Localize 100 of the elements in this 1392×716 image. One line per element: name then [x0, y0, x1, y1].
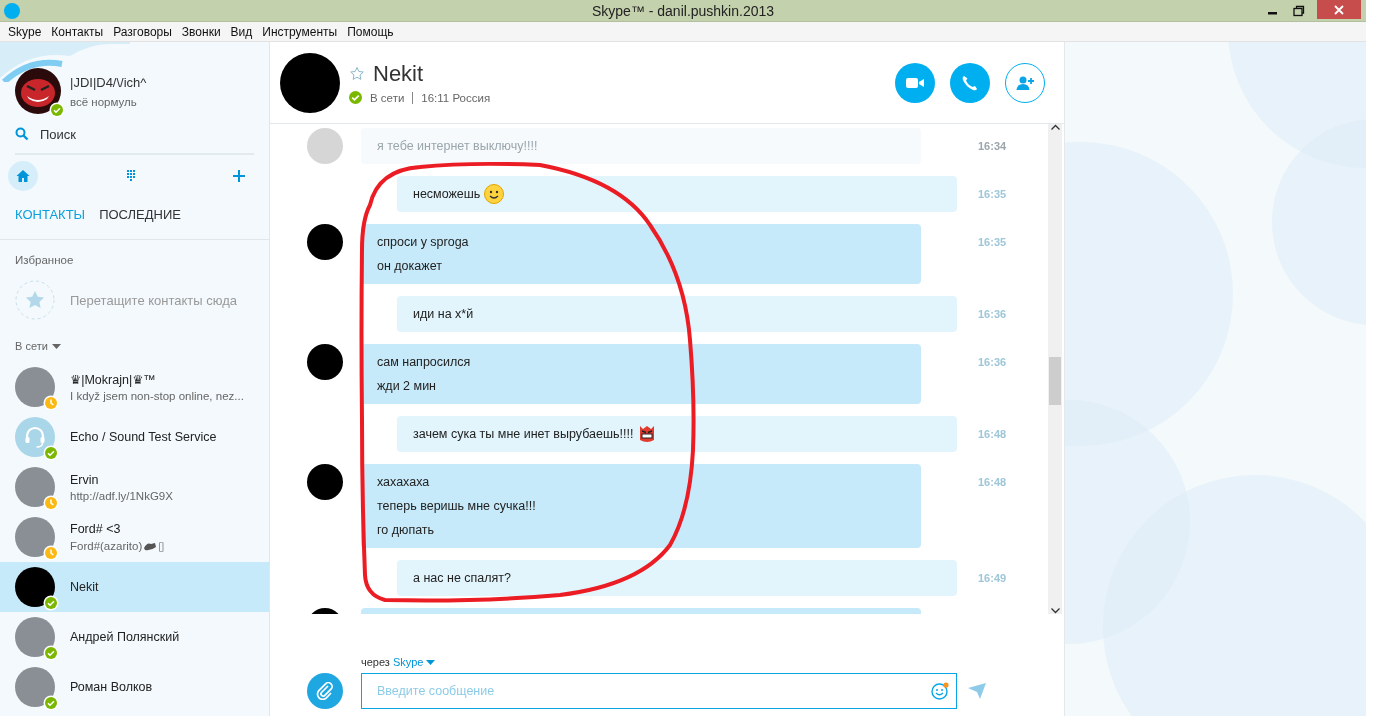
scroll-thumb[interactable] [1049, 357, 1061, 405]
away-status-icon [43, 495, 59, 511]
message-time: 16:48 [978, 476, 1007, 488]
profile-name: |JDI|D4/\/ich^ [70, 74, 147, 90]
contact-name: Echo / Sound Test Service [70, 430, 217, 444]
contact-name: Андрей Полянский [70, 630, 180, 644]
message-text: сам напросился [377, 355, 471, 369]
via-label: через [361, 656, 390, 668]
close-icon [1333, 3, 1345, 16]
local-time: 16:11 Россия [421, 91, 491, 104]
contact-item[interactable]: Ford# <3 Ford#(azarito) ▯ [0, 512, 269, 562]
contact-name: Ford# <3 [70, 521, 122, 536]
attach-button[interactable] [307, 673, 343, 709]
message-time: 16:36 [978, 356, 1007, 368]
paperclip-icon [316, 682, 334, 700]
mood-message: всё нормуль [70, 95, 138, 108]
app-icon [4, 2, 20, 19]
away-status-icon [43, 545, 59, 561]
sender-avatar-circle [307, 344, 343, 380]
menu-item[interactable]: Инструменты [258, 24, 342, 39]
add-people-button[interactable] [1005, 62, 1045, 103]
send-icon[interactable] [968, 683, 986, 699]
message-text: жди 2 мин [377, 379, 436, 393]
message-text: хахахаха [377, 475, 430, 489]
online-status-icon [349, 91, 362, 104]
contact-avatar-circle [280, 52, 340, 113]
call-button[interactable] [950, 62, 990, 103]
online-status-icon [43, 445, 59, 461]
tab[interactable]: ПОСЛЕДНИЕ [99, 207, 181, 225]
contact-item[interactable]: Echo / Sound Test Service [0, 412, 269, 462]
message-time: 16:35 [978, 188, 1007, 200]
contact-item[interactable]: Роман Волков [0, 662, 269, 712]
presence-status: В сети [370, 91, 405, 104]
message-text: он докажет [377, 259, 442, 273]
message-time: 16:49 [978, 572, 1007, 584]
avatar-photo [15, 367, 55, 407]
menu-item[interactable]: Разговоры [109, 24, 176, 39]
online-status-icon [43, 595, 59, 611]
contact-mood: I když jsem non-stop online, nez... [70, 390, 244, 402]
drop-hint: Перетащите контакты сюда [70, 292, 238, 308]
favorite-star-icon[interactable] [349, 66, 365, 82]
message-text: несможешь [413, 187, 481, 201]
message-text: теперь веришь мне сучка!!! [377, 499, 536, 513]
contact-name: ♛|Mokrajn|♛™ [70, 372, 157, 387]
contact-name: Роман Волков [70, 680, 153, 694]
message-text: а нас не спалят? [413, 571, 512, 585]
online-status-icon [49, 102, 65, 118]
headset-avatar-icon [15, 417, 55, 457]
window-title: Skype™ - danil.pushkin.2013 [591, 2, 775, 19]
home-button[interactable] [8, 161, 38, 191]
section-heading: Избранное [14, 253, 75, 268]
profile-avatar-icon [15, 68, 61, 114]
caret-icon [51, 343, 61, 349]
avatar-photo [15, 667, 55, 707]
missing-glyph: ▯ [158, 538, 165, 553]
message-text: спроси у sproga [377, 235, 469, 249]
restore-icon[interactable] [1291, 4, 1307, 17]
contact-item[interactable]: Nekit [0, 562, 269, 612]
message-input[interactable]: Введите сообщение [361, 673, 957, 709]
close-button[interactable] [1317, 0, 1361, 19]
contact-item[interactable]: ♛|Mokrajn|♛™ I když jsem non-stop online, nez... [0, 362, 269, 412]
menu-item[interactable]: Помощь [343, 24, 398, 39]
group-toggle[interactable]: В сети [15, 340, 61, 352]
avatar-photo [15, 617, 55, 657]
contact-item[interactable]: Ervin http://adf.ly/1NkG9X [0, 462, 269, 512]
contact-name: Ervin [70, 472, 100, 487]
smiley-icon [484, 184, 505, 204]
video-call-button[interactable] [895, 62, 935, 103]
search-field[interactable]: Поиск [15, 122, 254, 155]
online-status-icon [43, 645, 59, 661]
contact-mood: http://adf.ly/1NkG9X [70, 489, 173, 502]
message-time: 16:36 [978, 308, 1007, 320]
plus-icon [231, 168, 247, 184]
emoticon-button[interactable] [931, 682, 949, 700]
menu-item[interactable]: Контакты [47, 24, 108, 39]
avatar-circle [15, 567, 55, 607]
group-label: В сети [15, 340, 48, 352]
online-status-icon [43, 695, 59, 711]
scrollbar[interactable] [1048, 124, 1062, 614]
message-time: 16:34 [978, 140, 1007, 152]
message-time: 16:35 [978, 236, 1007, 248]
search-icon [15, 127, 29, 141]
message-time: 16:48 [978, 428, 1007, 440]
message-text: иди на х*й [413, 307, 474, 321]
menu-item[interactable]: Звонки [177, 24, 225, 39]
contact-item[interactable]: Андрей Полянский [0, 612, 269, 662]
home-icon [15, 168, 31, 184]
conversation-title: Nekit [373, 61, 424, 87]
scroll-down-icon[interactable] [1050, 608, 1060, 614]
away-status-icon [43, 395, 59, 411]
menu-item[interactable]: Вид [226, 24, 257, 39]
sender-avatar-circle [307, 224, 343, 260]
avatar-photo [15, 517, 55, 557]
message-text: зачем сука ты мне инет вырубаешь!!!! [413, 427, 634, 441]
scroll-up-icon[interactable] [1050, 124, 1060, 130]
avatar-photo [15, 467, 55, 507]
sender-avatar-circle [307, 128, 343, 164]
menu-item[interactable]: Skype [4, 24, 46, 39]
contact-name: Nekit [70, 580, 99, 594]
message-text: я тебе интернет выключу!!!! [377, 139, 538, 153]
